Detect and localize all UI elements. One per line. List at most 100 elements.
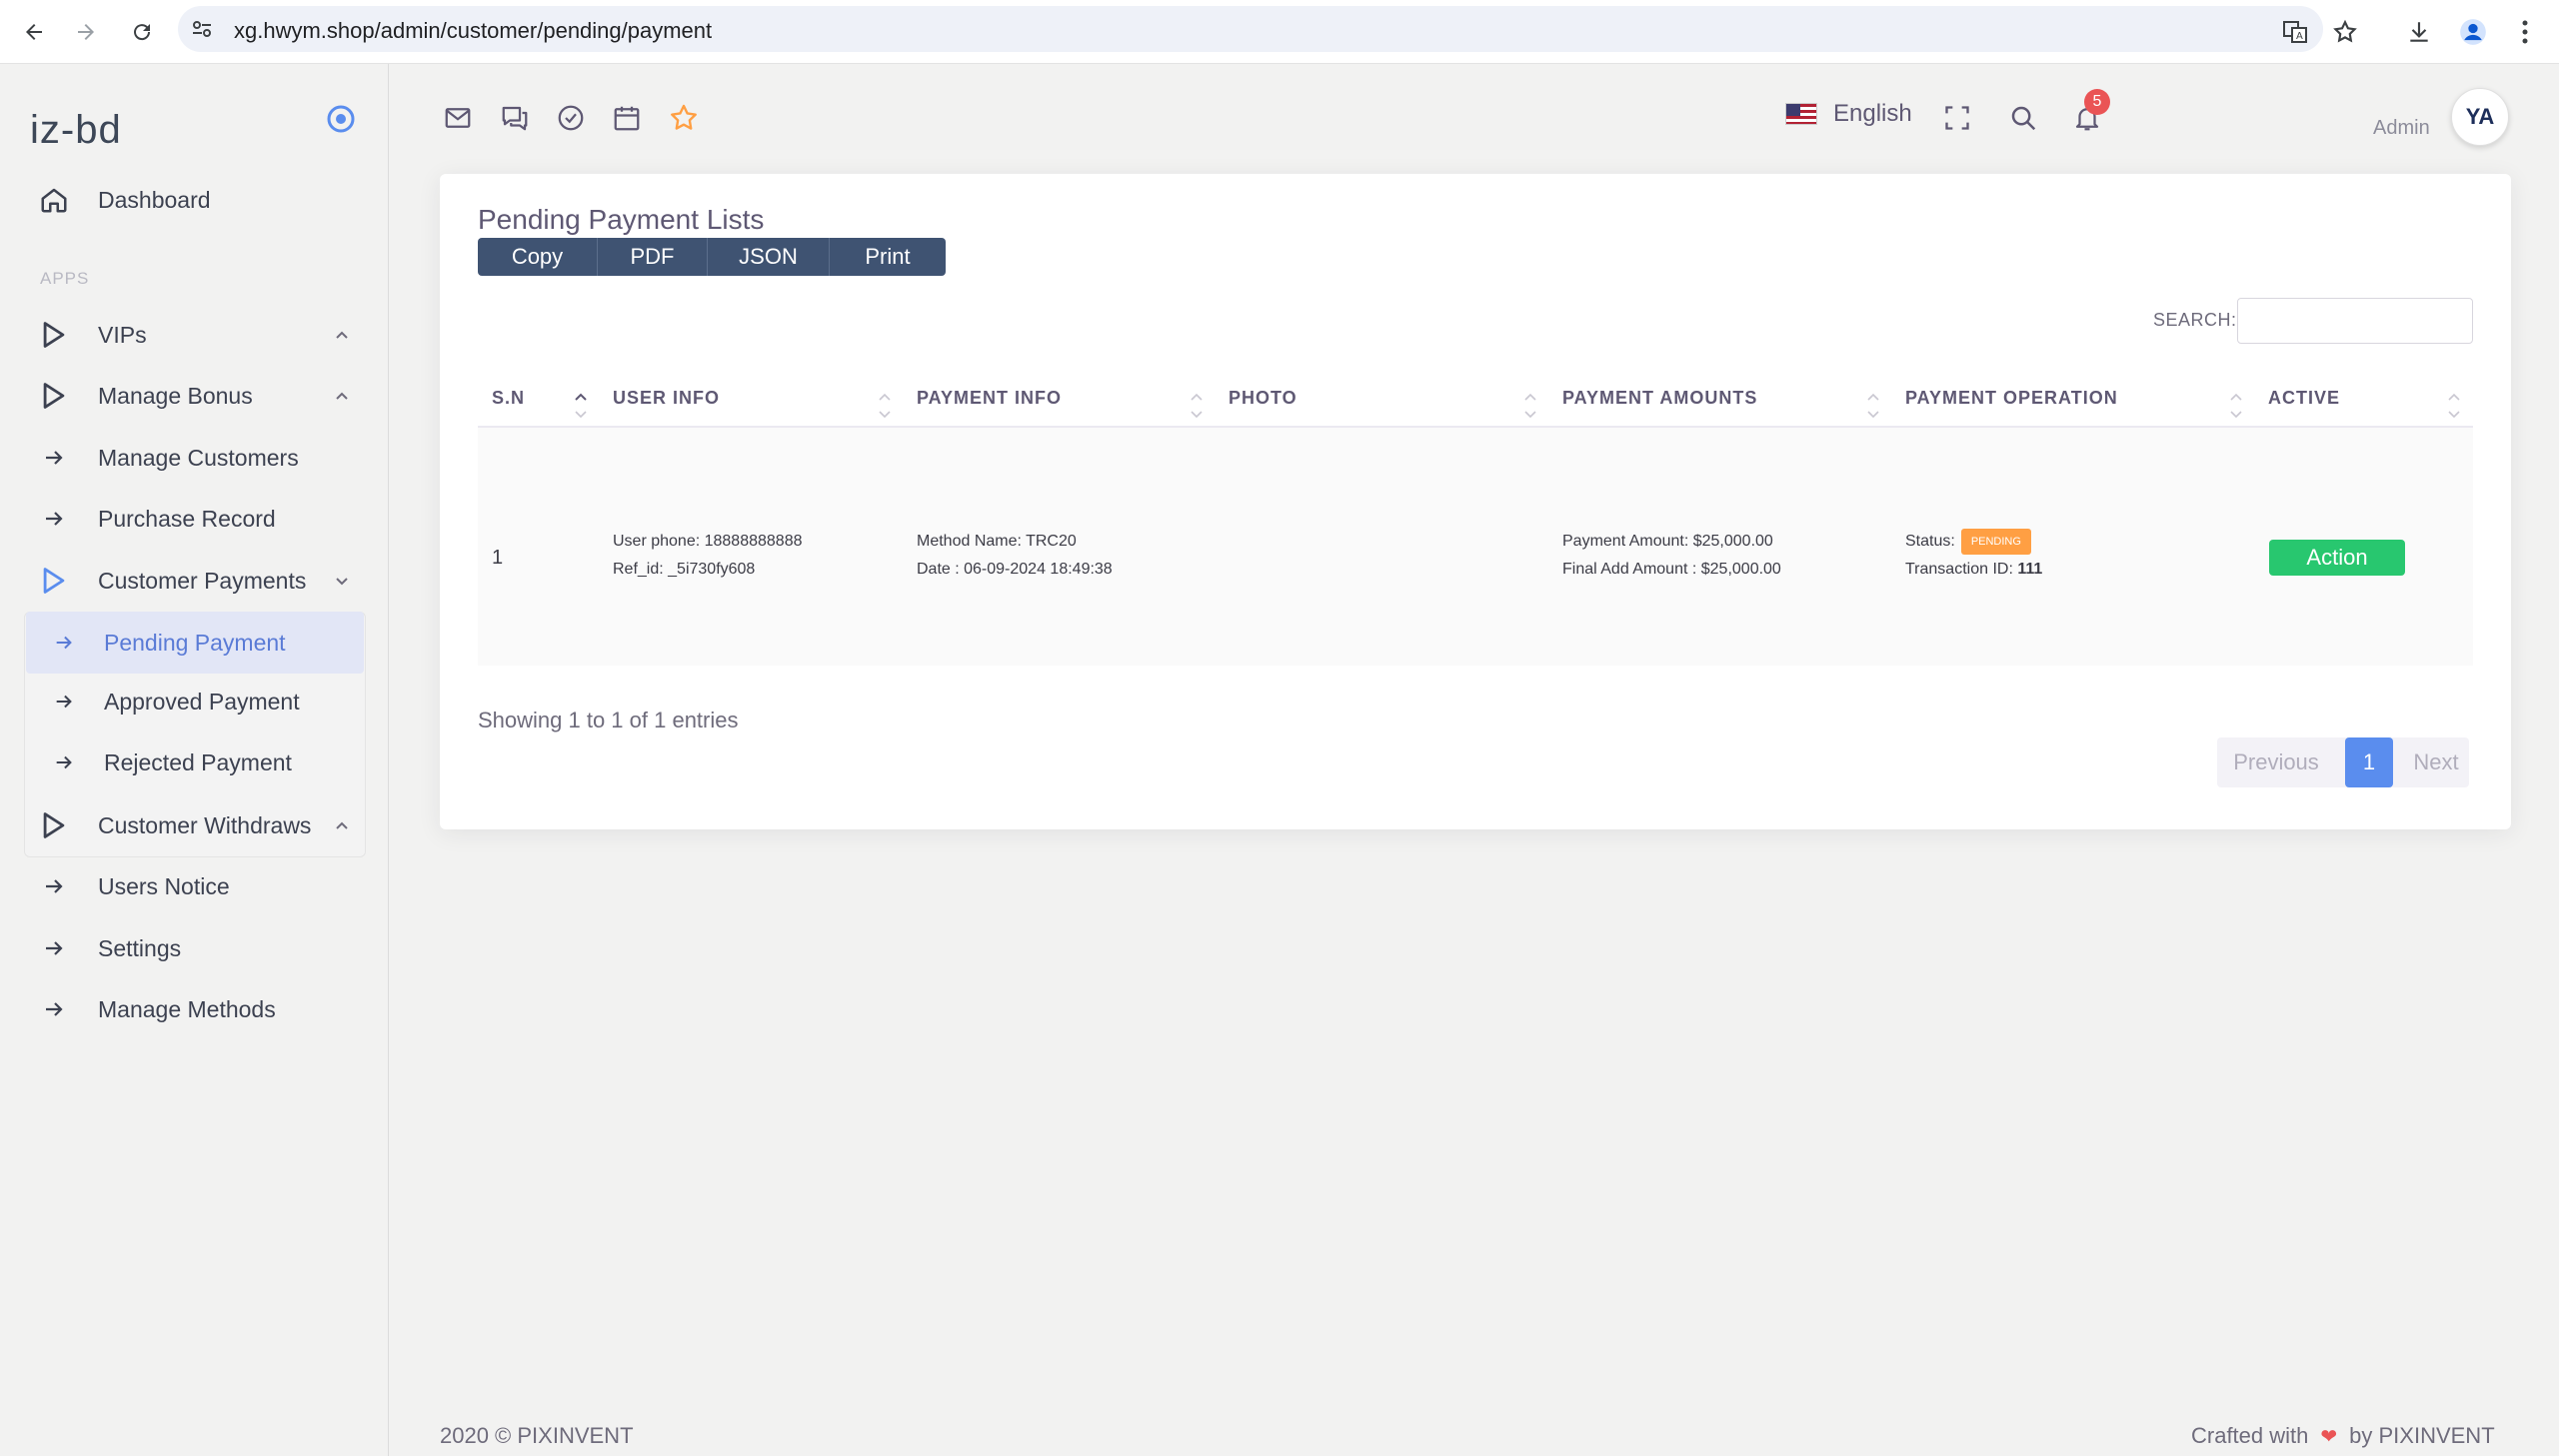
sort-icon[interactable] — [1190, 390, 1204, 422]
translate-icon[interactable]: A — [2275, 12, 2315, 52]
download-icon[interactable] — [2399, 12, 2439, 52]
sort-icon[interactable] — [2447, 390, 2461, 422]
sidebar-item-label: Settings — [98, 934, 182, 961]
ref-id: Ref_id: _5i730fy608 — [613, 561, 756, 578]
home-icon — [38, 184, 70, 216]
cell-payment-operation: Status: PENDING Transaction ID: 111 — [1905, 528, 2042, 584]
arrow-right-icon — [48, 686, 80, 718]
language-label: English — [1833, 100, 1912, 127]
language-selector[interactable]: English — [1785, 100, 1912, 128]
play-icon — [38, 380, 70, 412]
column-header-user-info[interactable]: USER INFO — [613, 388, 720, 409]
avatar[interactable]: YA — [2451, 88, 2509, 146]
sidebar-item-approved-payment[interactable]: Approved Payment — [24, 674, 366, 729]
sort-icon[interactable] — [2229, 390, 2243, 422]
footer-credit: Crafted with ❤ by PIXINVENT — [2191, 1423, 2495, 1449]
page-1-button[interactable]: 1 — [2345, 737, 2393, 787]
sidebar-toggle-icon[interactable] — [326, 104, 356, 134]
footer-credit-suffix: by PIXINVENT — [2349, 1423, 2495, 1448]
sidebar-item-pending-payment[interactable]: Pending Payment — [26, 612, 364, 674]
notification-count-badge: 5 — [2084, 89, 2110, 115]
search-input[interactable] — [2237, 298, 2473, 344]
fullscreen-icon[interactable] — [1939, 100, 1975, 136]
sort-icon[interactable] — [1523, 390, 1537, 422]
copy-button[interactable]: Copy — [478, 238, 598, 276]
payment-amount: Payment Amount: $25,000.00 — [1562, 533, 1773, 550]
cell-sn: 1 — [492, 547, 504, 569]
arrow-right-icon — [38, 932, 70, 964]
sidebar-item-rejected-payment[interactable]: Rejected Payment — [24, 734, 366, 790]
sidebar-item-purchase-record[interactable]: Purchase Record — [24, 491, 366, 547]
sidebar-item-label: VIPs — [98, 321, 147, 348]
next-page-button[interactable]: Next — [2403, 737, 2469, 787]
action-button[interactable]: Action — [2269, 540, 2405, 576]
more-menu-icon[interactable] — [2505, 12, 2545, 52]
pdf-button[interactable]: PDF — [598, 238, 708, 276]
sidebar-item-customer-withdraws[interactable]: Customer Withdraws — [24, 797, 366, 853]
transaction-label: Transaction ID: — [1905, 561, 2013, 578]
browser-toolbar: xg.hwym.shop/admin/customer/pending/paym… — [0, 0, 2559, 64]
footer-credit-prefix: Crafted with — [2191, 1423, 2309, 1448]
play-icon — [38, 319, 70, 351]
sidebar-item-manage-methods[interactable]: Manage Methods — [24, 981, 366, 1037]
export-button-group: Copy PDF JSON Print — [478, 238, 946, 276]
column-header-payment-amounts[interactable]: PAYMENT AMOUNTS — [1562, 388, 1757, 409]
cell-payment-amounts: Payment Amount: $25,000.00 Final Add Amo… — [1562, 528, 1781, 584]
arrow-right-icon — [48, 746, 80, 778]
star-icon[interactable] — [666, 100, 702, 136]
entries-info: Showing 1 to 1 of 1 entries — [478, 708, 739, 732]
user-role-label: Admin — [2373, 117, 2430, 139]
cell-user-info: User phone: 18888888888 Ref_id: _5i730fy… — [613, 528, 803, 584]
search-icon[interactable] — [2005, 100, 2041, 136]
cell-payment-info: Method Name: TRC20 Date : 06-09-2024 18:… — [917, 528, 1113, 584]
profile-icon[interactable] — [2453, 12, 2493, 52]
arrow-right-icon — [38, 503, 70, 535]
check-circle-icon[interactable] — [553, 100, 589, 136]
reload-icon[interactable] — [122, 12, 162, 52]
sidebar-item-label: Manage Methods — [98, 995, 276, 1022]
chevron-up-icon — [336, 392, 348, 400]
bookmark-star-icon[interactable] — [2325, 12, 2365, 52]
url-text[interactable]: xg.hwym.shop/admin/customer/pending/paym… — [234, 18, 712, 44]
column-header-active[interactable]: ACTIVE — [2268, 388, 2340, 409]
chat-icon[interactable] — [497, 100, 533, 136]
arrow-right-icon — [38, 993, 70, 1025]
pending-payment-card: Pending Payment Lists Copy PDF JSON Prin… — [440, 174, 2511, 829]
arrow-right-icon — [38, 870, 70, 902]
sort-icon[interactable] — [1866, 390, 1880, 422]
print-button[interactable]: Print — [830, 238, 946, 276]
sidebar-item-label: Manage Customers — [98, 444, 299, 471]
user-phone: User phone: 18888888888 — [613, 533, 803, 550]
column-header-payment-info[interactable]: PAYMENT INFO — [917, 388, 1062, 409]
sidebar-item-label: Customer Payments — [98, 567, 307, 594]
sidebar-item-label: Customer Withdraws — [98, 811, 312, 838]
column-header-sn[interactable]: S.N — [492, 388, 525, 409]
previous-page-button[interactable]: Previous — [2217, 737, 2335, 787]
sidebar-item-label: Rejected Payment — [104, 748, 292, 775]
back-icon[interactable] — [14, 12, 54, 52]
sort-icon[interactable] — [878, 390, 892, 422]
calendar-icon[interactable] — [609, 100, 645, 136]
sidebar: iz-bd Dashboard APPS VIPs Manage Bonus M… — [0, 64, 389, 1456]
sidebar-item-manage-bonus[interactable]: Manage Bonus — [24, 368, 366, 424]
mail-icon[interactable] — [440, 100, 476, 136]
sidebar-item-label: Approved Payment — [104, 688, 300, 715]
sidebar-item-dashboard[interactable]: Dashboard — [24, 172, 366, 228]
sidebar-item-customer-payments[interactable]: Customer Payments — [24, 553, 366, 609]
site-settings-icon[interactable] — [190, 17, 214, 41]
sidebar-item-settings[interactable]: Settings — [24, 920, 366, 976]
sidebar-item-vips[interactable]: VIPs — [24, 307, 366, 363]
column-header-photo[interactable]: PHOTO — [1229, 388, 1297, 409]
json-button[interactable]: JSON — [708, 238, 830, 276]
address-bar[interactable]: xg.hwym.shop/admin/customer/pending/paym… — [178, 6, 2323, 52]
status-badge: PENDING — [1960, 528, 2031, 555]
sidebar-item-label: Manage Bonus — [98, 382, 253, 409]
sort-icon[interactable] — [574, 390, 588, 422]
brand-logo[interactable]: iz-bd — [30, 108, 122, 153]
sidebar-item-manage-customers[interactable]: Manage Customers — [24, 430, 366, 486]
method-name: Method Name: TRC20 — [917, 533, 1077, 550]
forward-icon[interactable] — [66, 12, 106, 52]
column-header-payment-operation[interactable]: PAYMENT OPERATION — [1905, 388, 2118, 409]
sidebar-item-users-notice[interactable]: Users Notice — [24, 858, 366, 914]
chevron-down-icon — [336, 578, 348, 586]
